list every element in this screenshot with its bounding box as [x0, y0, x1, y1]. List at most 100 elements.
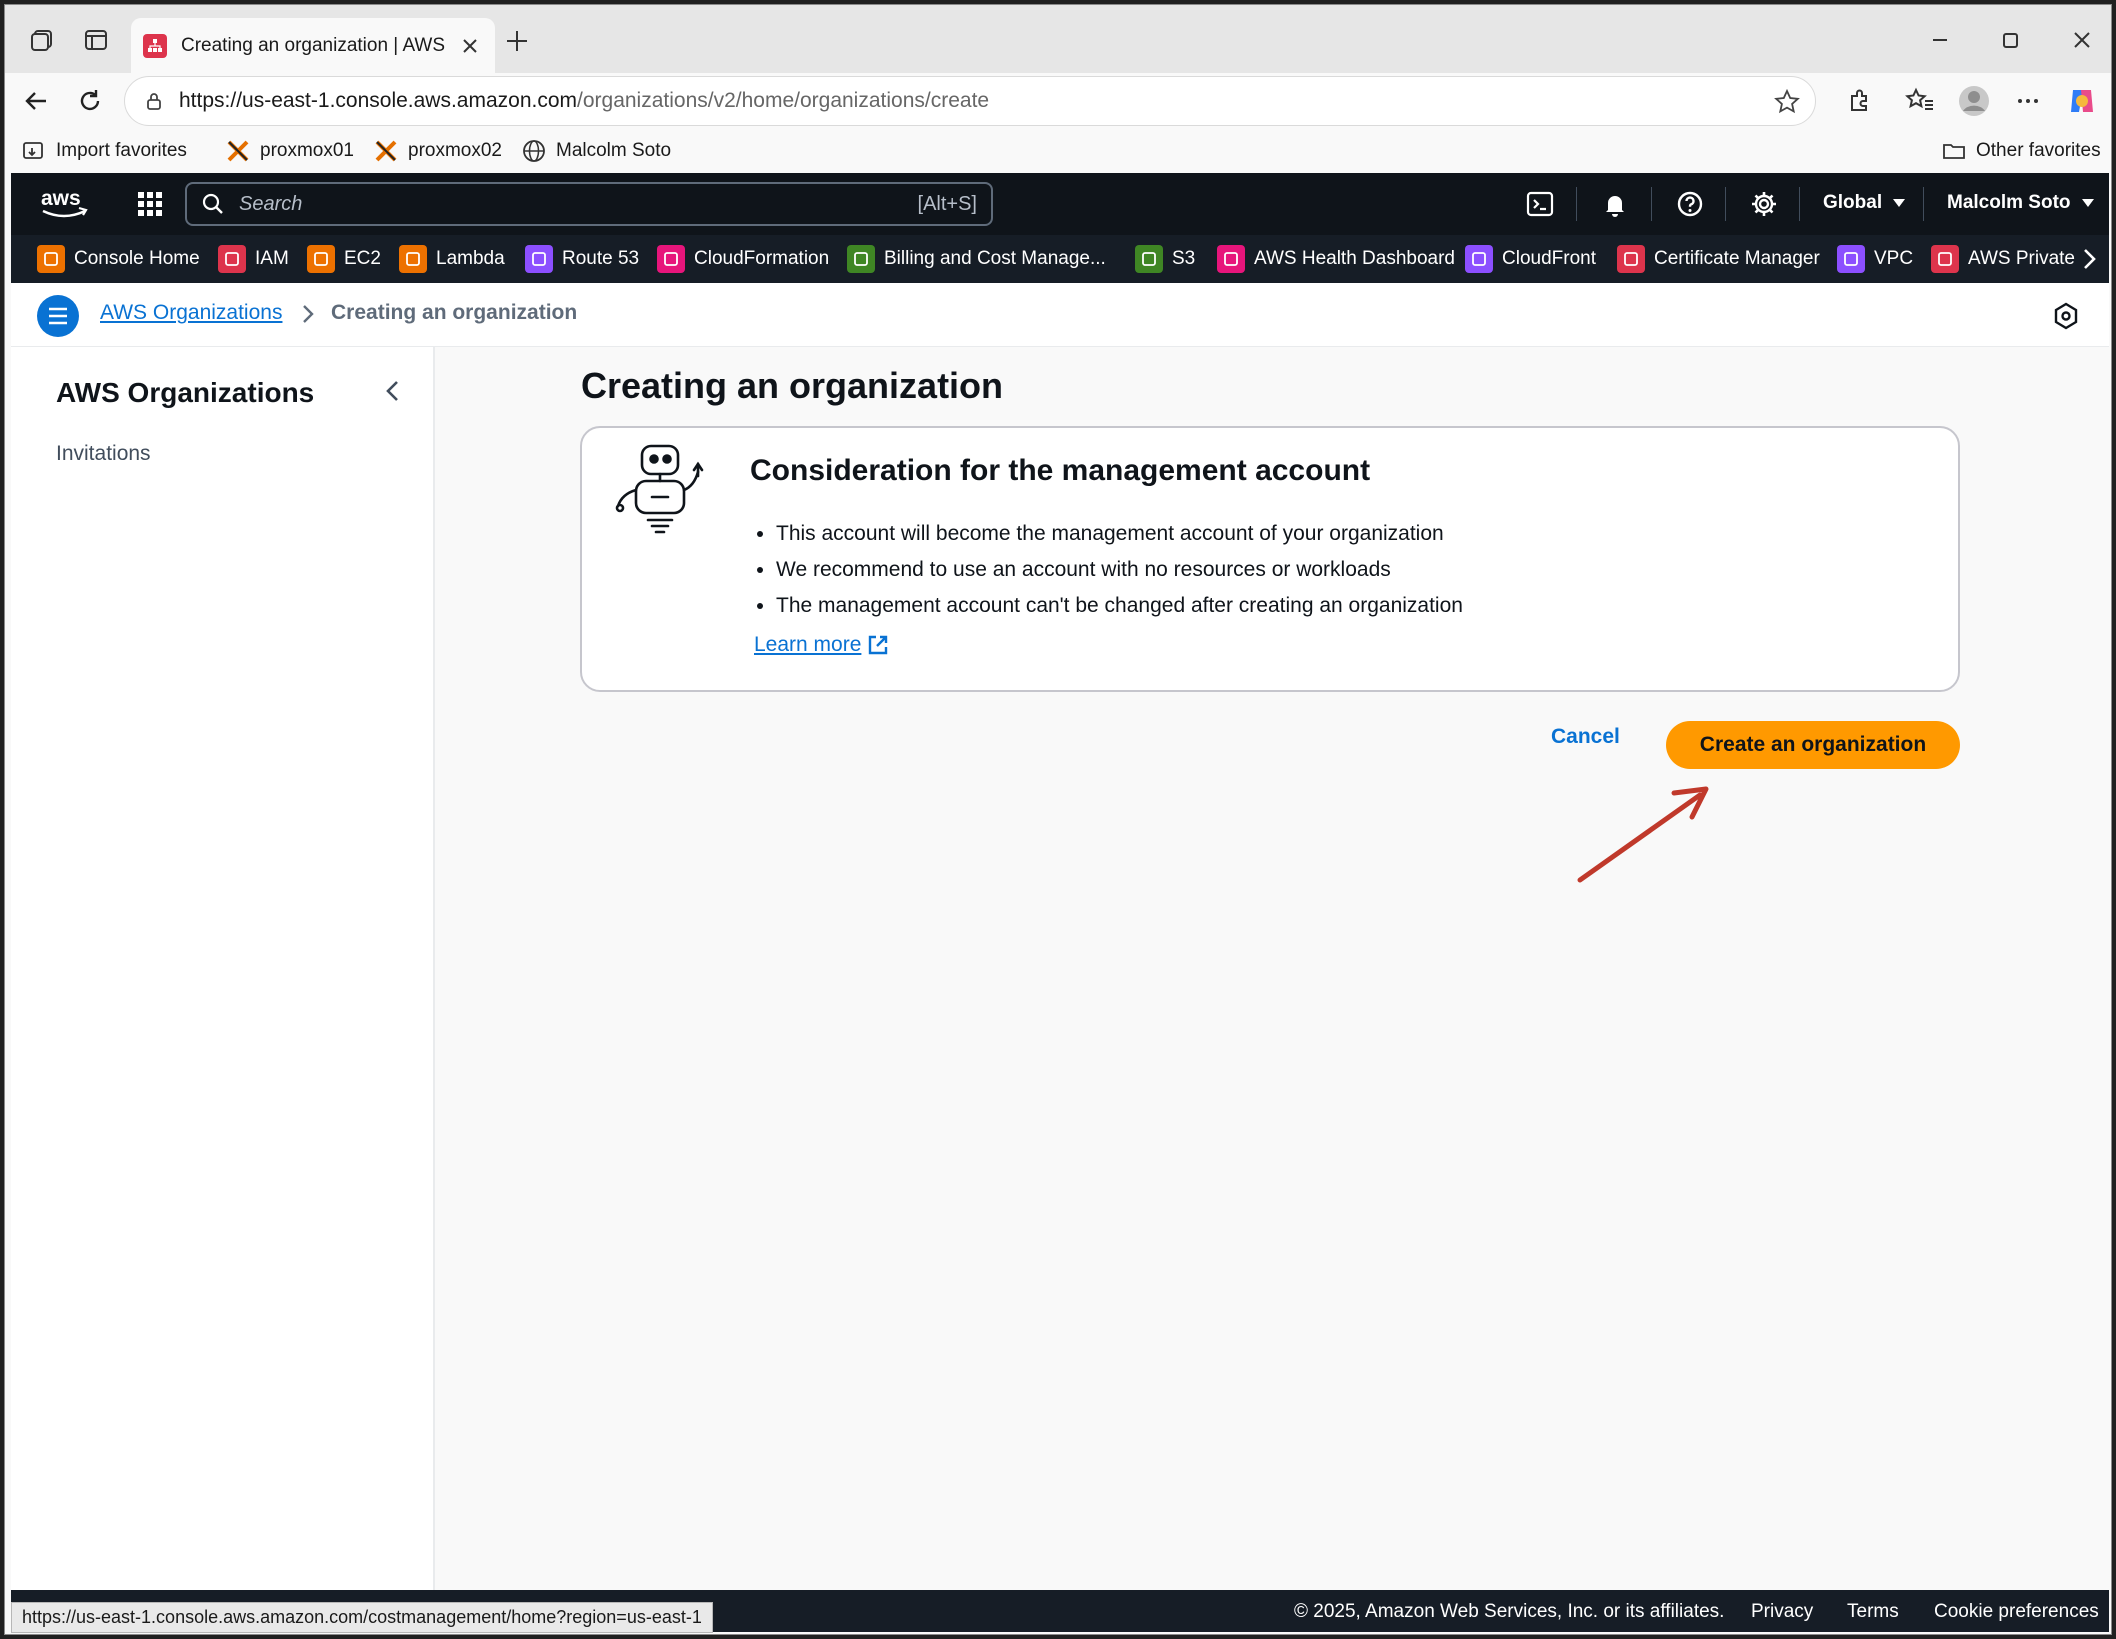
close-window-icon[interactable]	[2067, 25, 2097, 55]
tab-active[interactable]: Creating an organization | AWS O	[131, 18, 495, 73]
more-options-icon[interactable]	[2011, 84, 2045, 118]
service-label: IAM	[255, 248, 289, 269]
route53-icon	[525, 245, 553, 273]
site-info-icon[interactable]	[143, 90, 165, 112]
service-vpc[interactable]: VPC	[1837, 245, 1913, 273]
cloudshell-icon[interactable]	[1525, 189, 1555, 219]
service-label: Certificate Manager	[1654, 248, 1820, 269]
service-lambda[interactable]: Lambda	[399, 245, 505, 273]
service-ec2[interactable]: EC2	[307, 245, 381, 273]
aws-search-input[interactable]: Search [Alt+S]	[185, 182, 993, 226]
annotation-arrow	[1570, 785, 1720, 890]
folder-icon	[1943, 144, 1965, 159]
bookmark-label: Import favorites	[56, 140, 187, 161]
footer-link-terms[interactable]: Terms	[1847, 1601, 1899, 1623]
info-panel-icon[interactable]	[2051, 301, 2081, 331]
breadcrumb-current: Creating an organization	[331, 301, 578, 324]
service-console-home[interactable]: Console Home	[37, 245, 200, 273]
url-path: /organizations/v2/home/organizations/cre…	[577, 89, 990, 112]
favorites-icon[interactable]	[1903, 84, 1937, 118]
billing-icon	[847, 245, 875, 273]
side-nav-title[interactable]: AWS Organizations	[56, 377, 314, 409]
favorite-star-icon[interactable]	[1773, 88, 1801, 116]
side-navigation: AWS Organizations Invitations	[11, 347, 435, 1590]
maximize-icon[interactable]	[1995, 25, 2025, 55]
tab-actions-icon[interactable]	[81, 25, 111, 55]
proxmox-icon	[375, 140, 397, 162]
bookmark-proxmox02[interactable]: proxmox02	[373, 137, 502, 165]
nav-menu-button[interactable]	[37, 295, 79, 337]
service-certificate-manager[interactable]: Certificate Manager	[1617, 245, 1820, 273]
service-label: Console Home	[74, 248, 200, 269]
refresh-icon[interactable]	[73, 84, 107, 118]
bookmark-proxmox01[interactable]: proxmox01	[225, 137, 354, 165]
back-icon[interactable]	[19, 84, 53, 118]
console-home-icon	[37, 245, 65, 273]
service-iam[interactable]: IAM	[218, 245, 289, 273]
vpc-icon	[1837, 245, 1865, 273]
scroll-right-icon[interactable]	[2077, 247, 2101, 271]
service-label: VPC	[1874, 248, 1914, 269]
cloudfront-icon	[1465, 245, 1493, 273]
url-host: https://us-east-1.console.aws.amazon.com	[179, 89, 578, 112]
import-icon	[23, 142, 43, 159]
service-health-dashboard[interactable]: AWS Health Dashboard	[1217, 245, 1455, 273]
notifications-bell-icon[interactable]	[1600, 189, 1630, 219]
breadcrumb-bar: AWS Organizations Creating an organizati…	[11, 283, 2109, 347]
collapse-sidebar-icon[interactable]	[379, 377, 407, 405]
cancel-button[interactable]: Cancel	[1551, 725, 1620, 749]
copilot-icon[interactable]	[2065, 84, 2099, 118]
service-route53[interactable]: Route 53	[525, 245, 639, 273]
service-label: Lambda	[436, 248, 505, 269]
cloudformation-icon	[657, 245, 685, 273]
sidebar-item-invitations[interactable]: Invitations	[56, 442, 151, 466]
footer-link-privacy[interactable]: Privacy	[1751, 1601, 1813, 1623]
workspaces-icon[interactable]	[27, 25, 57, 55]
consideration-card: Consideration for the management account…	[580, 426, 1960, 692]
copyright-text: © 2025, Amazon Web Services, Inc. or its…	[1294, 1601, 1725, 1622]
settings-gear-icon[interactable]	[1749, 189, 1779, 219]
tab-bar: Creating an organization | AWS O	[5, 5, 2111, 73]
consideration-list: This account will become the management …	[776, 516, 1463, 624]
other-favorites[interactable]: Other favorites	[1941, 137, 2101, 165]
address-bar-row: https://us-east-1.console.aws.amazon.com…	[5, 73, 2111, 129]
aws-private-icon	[1931, 245, 1959, 273]
list-item: We recommend to use an account with no r…	[776, 552, 1463, 588]
list-item: This account will become the management …	[776, 516, 1463, 552]
breadcrumb-aws-organizations[interactable]: AWS Organizations	[100, 301, 282, 325]
new-tab-icon[interactable]	[503, 27, 531, 55]
service-billing[interactable]: Billing and Cost Manage...	[847, 245, 1106, 273]
address-bar[interactable]: https://us-east-1.console.aws.amazon.com…	[124, 76, 1816, 126]
service-aws-private[interactable]: AWS Private	[1931, 245, 2075, 273]
region-selector[interactable]: Global	[1823, 192, 1906, 214]
minimize-icon[interactable]	[1925, 25, 1955, 55]
service-label: CloudFormation	[694, 248, 830, 269]
close-tab-icon[interactable]	[459, 35, 481, 57]
lambda-icon	[399, 245, 427, 273]
service-cloudformation[interactable]: CloudFormation	[657, 245, 829, 273]
create-organization-button[interactable]: Create an organization	[1666, 721, 1960, 769]
bookmark-label: proxmox01	[260, 140, 354, 161]
globe-icon	[523, 140, 545, 162]
help-icon[interactable]	[1675, 189, 1705, 219]
footer-link-cookie-preferences[interactable]: Cookie preferences	[1934, 1601, 2099, 1623]
bookmark-malcolm-soto[interactable]: Malcolm Soto	[521, 137, 671, 165]
proxmox-icon	[227, 140, 249, 162]
aws-logo[interactable]: aws	[39, 185, 89, 221]
service-label: EC2	[344, 248, 381, 269]
bookmark-import-favorites[interactable]: Import favorites	[21, 137, 187, 165]
service-label: CloudFront	[1502, 248, 1596, 269]
profile-avatar-icon[interactable]	[1957, 84, 1991, 118]
chevron-right-icon	[297, 303, 319, 325]
caret-down-icon	[1893, 199, 1906, 207]
search-shortcut: [Alt+S]	[917, 192, 977, 215]
account-menu[interactable]: Malcolm Soto	[1947, 192, 2095, 214]
bookmark-label: proxmox02	[408, 140, 502, 161]
extensions-icon[interactable]	[1842, 84, 1876, 118]
aws-organizations-favicon	[143, 33, 167, 58]
learn-more-link[interactable]: Learn more	[754, 633, 889, 657]
service-favorites-bar: Console Home IAM EC2 Lambda Route 53 Clo…	[11, 235, 2109, 283]
service-s3[interactable]: S3	[1135, 245, 1195, 273]
services-menu-icon[interactable]	[135, 189, 165, 219]
service-cloudfront[interactable]: CloudFront	[1465, 245, 1596, 273]
